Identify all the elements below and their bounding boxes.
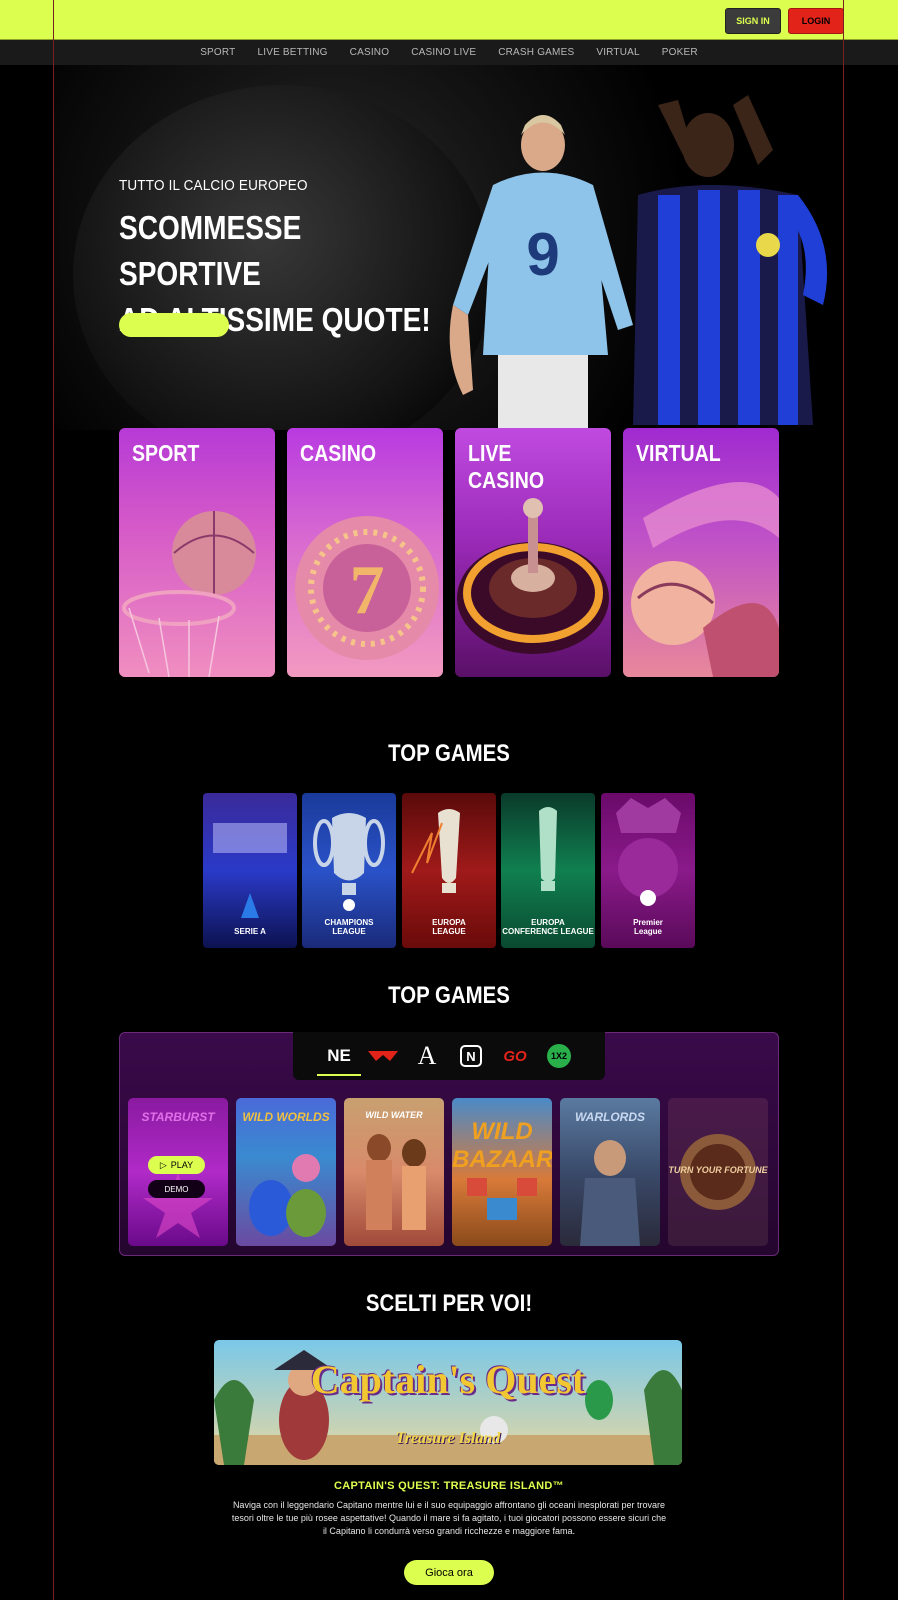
play-icon: ▷: [159, 1159, 167, 1170]
games-section-title: TOP GAMES: [388, 982, 510, 1009]
guide-line-right: [843, 0, 844, 1600]
nav-item-casino[interactable]: CASINO: [339, 40, 401, 65]
nav-item-crash-games[interactable]: CRASH GAMES: [487, 40, 585, 65]
hero-title-line-1: SCOMMESSE SPORTIVE: [119, 209, 302, 292]
banner-game-subtitle: Treasure Island: [395, 1430, 501, 1447]
provider-tabs: NE A N GO 1X2: [293, 1032, 605, 1080]
category-label: CASINO: [300, 440, 377, 466]
league-card-premier-league[interactable]: Premier League: [601, 793, 695, 948]
provider-tab-1x2[interactable]: 1X2: [537, 1032, 581, 1080]
play-button[interactable]: ▷ PLAY: [148, 1156, 205, 1174]
svg-text:9: 9: [526, 221, 559, 288]
nav-item-live-betting[interactable]: LIVE BETTING: [246, 40, 338, 65]
nav-item-casino-live[interactable]: CASINO LIVE: [400, 40, 487, 65]
hero-kicker: TUTTO IL CALCIO EUROPEO: [119, 177, 308, 194]
nav-item-sport[interactable]: SPORT: [189, 40, 246, 65]
warrior-icon: [580, 1140, 640, 1246]
nav-item-virtual[interactable]: VIRTUAL: [585, 40, 650, 65]
go-logo-icon: GO: [503, 1047, 527, 1065]
play-now-button[interactable]: Gioca ora: [404, 1560, 494, 1585]
serie-a-logo-icon: [213, 823, 287, 918]
aristocrat-logo-icon: A: [417, 1041, 437, 1070]
main-nav: SPORT LIVE BETTING CASINO CASINO LIVE CR…: [0, 40, 898, 65]
player-image-blue-black: [633, 95, 828, 425]
game-card-wild-worlds[interactable]: WILD WORLDS: [236, 1098, 336, 1246]
category-card-casino[interactable]: 7 CASINO: [287, 428, 443, 677]
game-card-wild-bazaar[interactable]: WILD BAZAAR: [452, 1098, 552, 1246]
guide-line-left: [53, 0, 54, 1600]
league-name: Premier League: [633, 918, 663, 936]
hero-cta-button[interactable]: [119, 313, 229, 337]
featured-game-description: Naviga con il leggendario Capitano mentr…: [231, 1500, 667, 1536]
provider-tab-go[interactable]: GO: [493, 1032, 537, 1080]
novomatic-logo-icon: N: [460, 1045, 482, 1067]
league-name: CHAMPIONS LEAGUE: [324, 918, 374, 936]
league-name: SERIE A: [234, 927, 266, 936]
game-card-wild-water[interactable]: WILD WATER: [344, 1098, 444, 1246]
1x2-logo-icon: 1X2: [547, 1044, 571, 1068]
nav-item-poker[interactable]: POKER: [651, 40, 709, 65]
category-label: SPORT: [132, 440, 200, 466]
league-card-serie-a[interactable]: SERIE A: [203, 793, 297, 948]
league-card-champions-league[interactable]: CHAMPIONS LEAGUE: [302, 793, 396, 948]
category-label: VIRTUAL: [636, 440, 721, 466]
provider-tab-redtiger[interactable]: [361, 1032, 405, 1080]
login-button[interactable]: LOGIN: [788, 8, 844, 34]
category-card-sport[interactable]: SPORT: [119, 428, 275, 677]
game-card-turn-your-fortune[interactable]: TURN YOUR FORTUNE: [668, 1098, 768, 1246]
netent-logo-icon: NE: [327, 1046, 351, 1065]
treasure-chest-icon: [467, 1178, 537, 1220]
play-label: PLAY: [170, 1160, 194, 1170]
provider-tab-netent[interactable]: NE: [317, 1032, 361, 1080]
category-label: LIVE CASINO: [468, 440, 545, 493]
league-name: EUROPA LEAGUE: [432, 918, 466, 936]
game-title: TURN YOUR FORTUNE: [668, 1165, 768, 1175]
game-card-warlords[interactable]: WARLORDS: [560, 1098, 660, 1246]
characters-icon: [249, 1154, 326, 1237]
league-card-europa-league[interactable]: EUROPA LEAGUE: [402, 793, 496, 948]
redtiger-logo-icon: [368, 1051, 398, 1061]
league-name: EUROPA CONFERENCE LEAGUE: [502, 918, 594, 936]
surfers-icon: [366, 1134, 426, 1230]
category-card-virtual[interactable]: VIRTUAL: [623, 428, 779, 677]
top-header-bar: SIGN IN LOGIN: [0, 0, 898, 40]
demo-button[interactable]: DEMO: [148, 1180, 205, 1198]
leagues-section-title: TOP GAMES: [388, 740, 510, 767]
svg-text:7: 7: [350, 552, 385, 629]
provider-tab-novomatic[interactable]: N: [449, 1032, 493, 1080]
league-card-conference-league[interactable]: EUROPA CONFERENCE LEAGUE: [501, 793, 595, 948]
category-card-live-casino[interactable]: LIVE CASINO: [455, 428, 611, 677]
provider-tab-aristocrat[interactable]: A: [405, 1032, 449, 1080]
featured-game-banner[interactable]: Captain's Quest Treasure Island: [214, 1340, 682, 1465]
sign-in-button[interactable]: SIGN IN: [725, 8, 781, 34]
featured-game-title: CAPTAIN'S QUEST: TREASURE ISLAND™: [334, 1480, 564, 1492]
banner-game-title: Captain's Quest: [310, 1357, 586, 1402]
featured-section-title: SCELTI PER VOI!: [365, 1290, 533, 1317]
